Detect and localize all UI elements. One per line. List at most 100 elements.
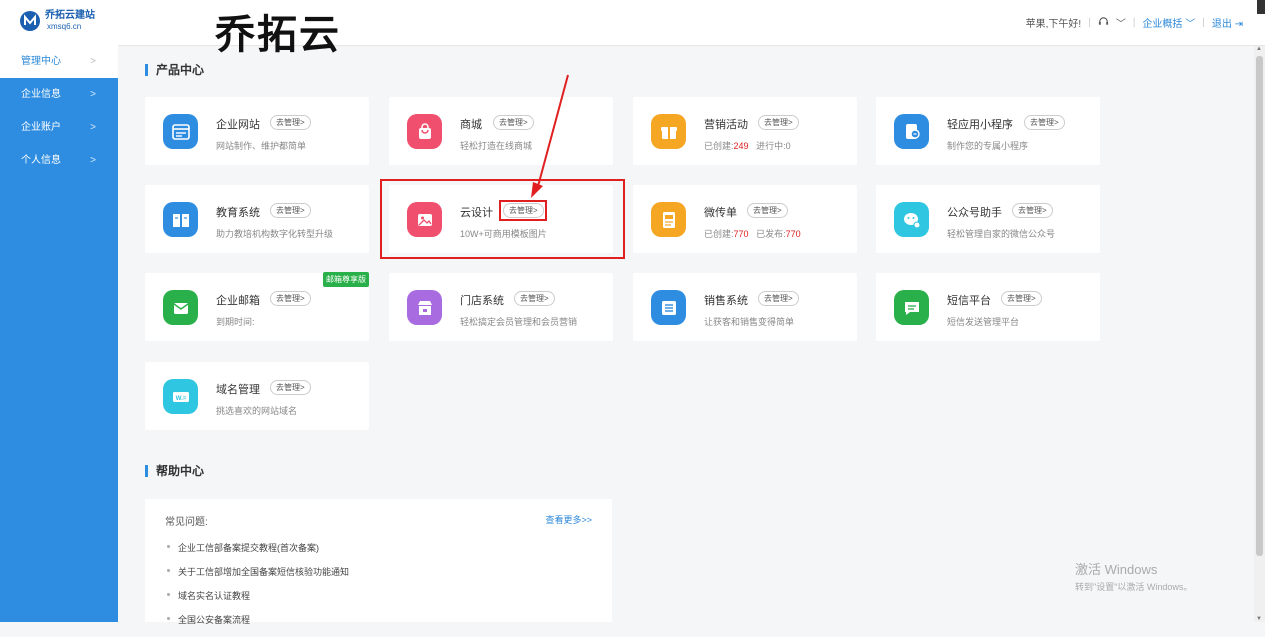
card-desc: 挑选喜欢的网站域名: [216, 406, 298, 416]
card-desc: 助力教培机构数字化转型升级: [216, 229, 334, 239]
scrollbar[interactable]: ▲ ▼: [1254, 46, 1265, 622]
faq-item[interactable]: 关于工信部增加全国备案短信核验功能通知: [167, 565, 349, 589]
top-header: 乔拓云建站 xmsq6.cn 乔拓云 苹果,下午好! | ﹀ | 企业概括 ﹀ …: [0, 0, 1265, 58]
help-center-title: 帮助中心: [145, 465, 204, 477]
sidebar-item-management[interactable]: 管理中心 >: [0, 45, 118, 78]
sidebar-item-company-account[interactable]: 企业账户 >: [0, 111, 118, 144]
product-card-marketing[interactable]: 营销活动 去管理> 已创建:249 进行中:0: [633, 97, 857, 165]
logout-button[interactable]: 退出 ⇥: [1212, 15, 1243, 30]
logo-domain: xmsq6.cn: [47, 22, 82, 31]
card-desc: 网站制作、维护都简单: [216, 141, 307, 151]
store-icon: [407, 290, 442, 325]
card-name: 营销活动: [704, 119, 748, 131]
card-name: 域名管理: [216, 384, 260, 396]
card-name: 门店系统: [460, 295, 504, 307]
highlight-box-small: [499, 200, 547, 221]
edition-badge: 邮箱尊享版: [323, 272, 369, 287]
manage-button[interactable]: 去管理>: [270, 115, 311, 130]
logo-name: 乔拓云建站: [45, 10, 95, 21]
svg-text:W.=: W.=: [175, 396, 186, 402]
scroll-thumb[interactable]: [1256, 56, 1263, 556]
sidebar-item-personal-info[interactable]: 个人信息 >: [0, 144, 118, 177]
logo[interactable]: 乔拓云建站 xmsq6.cn: [19, 10, 95, 32]
page-overlay-title: 乔拓云: [215, 12, 341, 58]
card-desc: 短信发送管理平台: [947, 317, 1020, 327]
logo-icon: [20, 11, 40, 31]
windows-activation-watermark: 激活 Windows 转到"设置"以激活 Windows。: [1075, 562, 1193, 592]
manage-button[interactable]: 去管理>: [747, 203, 788, 218]
manage-button[interactable]: 去管理>: [270, 380, 311, 395]
manage-button[interactable]: 去管理>: [270, 203, 311, 218]
divider: |: [1202, 17, 1205, 28]
sidebar-item-company-info[interactable]: 企业信息 >: [0, 78, 118, 111]
product-card-mall[interactable]: 商城 去管理> 轻松打造在线商城: [389, 97, 613, 165]
scroll-up-icon[interactable]: ▲: [1256, 46, 1262, 52]
card-desc: 轻松搞定会员管理和会员营销: [460, 317, 578, 327]
card-name: 企业邮箱: [216, 295, 260, 307]
product-card-flyer[interactable]: 微传单 去管理> 已创建:770 已发布:770: [633, 185, 857, 253]
chevron-right-icon: >: [90, 56, 96, 67]
product-card-sales[interactable]: 销售系统 去管理> 让获客和销售变得简单: [633, 273, 857, 341]
card-desc: 已创建:770 已发布:770: [704, 229, 801, 239]
chevron-right-icon: >: [90, 89, 96, 100]
headset-icon[interactable]: [1098, 16, 1109, 30]
card-name: 微传单: [704, 207, 737, 219]
product-center-title: 产品中心: [145, 64, 204, 76]
shopping-bag-icon: [407, 114, 442, 149]
faq-item[interactable]: 企业工信部备案提交教程(首次备案): [167, 541, 349, 565]
card-name: 短信平台: [947, 295, 991, 307]
chevron-right-icon: >: [90, 122, 96, 133]
card-desc: 轻松打造在线商城: [460, 141, 533, 151]
flyer-icon: [651, 202, 686, 237]
product-card-domain[interactable]: W.= 域名管理 去管理> 挑选喜欢的网站域名: [145, 362, 369, 430]
card-desc: 到期时间:: [216, 317, 255, 327]
product-card-miniprogram[interactable]: 轻应用小程序 去管理> 制作您的专属小程序: [876, 97, 1100, 165]
faq-panel: 常见问题: 查看更多>> 企业工信部备案提交教程(首次备案) 关于工信部增加全国…: [145, 499, 612, 625]
manage-button[interactable]: 去管理>: [1012, 203, 1053, 218]
book-icon: [163, 202, 198, 237]
manage-button[interactable]: 去管理>: [514, 291, 555, 306]
overview-dropdown[interactable]: 企业概括 ﹀: [1142, 15, 1195, 30]
manage-button[interactable]: 去管理>: [1001, 291, 1042, 306]
manage-button[interactable]: 去管理>: [758, 291, 799, 306]
card-name: 教育系统: [216, 207, 260, 219]
wechat-icon: [894, 202, 929, 237]
mail-icon: [163, 290, 198, 325]
card-name: 销售系统: [704, 295, 748, 307]
miniprogram-icon: [894, 114, 929, 149]
card-desc: 制作您的专属小程序: [947, 141, 1029, 151]
divider: |: [1132, 17, 1136, 28]
card-name: 公众号助手: [947, 207, 1002, 219]
browser-icon: [163, 114, 198, 149]
product-card-education[interactable]: 教育系统 去管理> 助力教培机构数字化转型升级: [145, 185, 369, 253]
manage-button[interactable]: 去管理>: [270, 291, 311, 306]
manage-button[interactable]: 去管理>: [1024, 115, 1065, 130]
card-name: 轻应用小程序: [947, 119, 1013, 131]
card-desc: 已创建:249 进行中:0: [704, 141, 791, 151]
faq-item[interactable]: 全国公安备案流程: [167, 613, 349, 637]
manage-button[interactable]: 去管理>: [493, 115, 534, 130]
chevron-right-icon: >: [90, 155, 96, 166]
list-icon: [651, 290, 686, 325]
product-card-wechat-assistant[interactable]: 公众号助手 去管理> 轻松管理自家的微信公众号: [876, 185, 1100, 253]
faq-item[interactable]: 域名实名认证教程: [167, 589, 349, 613]
scroll-down-icon[interactable]: ▼: [1256, 616, 1262, 622]
card-name: 企业网站: [216, 119, 260, 131]
manage-button[interactable]: 去管理>: [758, 115, 799, 130]
product-card-website[interactable]: 企业网站 去管理> 网站制作、维护都简单: [145, 97, 369, 165]
greeting: 苹果,下午好!: [1025, 19, 1082, 30]
card-desc: 让获客和销售变得简单: [704, 317, 795, 327]
product-card-sms[interactable]: 短信平台 去管理> 短信发送管理平台: [876, 273, 1100, 341]
card-name: 商城: [460, 119, 482, 131]
domain-icon: W.=: [163, 379, 198, 414]
view-more-link[interactable]: 查看更多>>: [545, 513, 592, 526]
window-corner: [1257, 0, 1265, 14]
faq-title: 常见问题:: [165, 517, 208, 528]
sidebar: 管理中心 > 企业信息 > 企业账户 > 个人信息 >: [0, 45, 118, 622]
product-card-store[interactable]: 门店系统 去管理> 轻松搞定会员管理和会员营销: [389, 273, 613, 341]
product-card-mailbox[interactable]: 邮箱尊享版 企业邮箱 去管理> 到期时间:: [145, 272, 369, 341]
card-desc: 轻松管理自家的微信公众号: [947, 229, 1056, 239]
divider: |: [1088, 17, 1091, 28]
gift-icon: [651, 114, 686, 149]
chevron-down-icon[interactable]: ﹀: [1116, 15, 1126, 30]
